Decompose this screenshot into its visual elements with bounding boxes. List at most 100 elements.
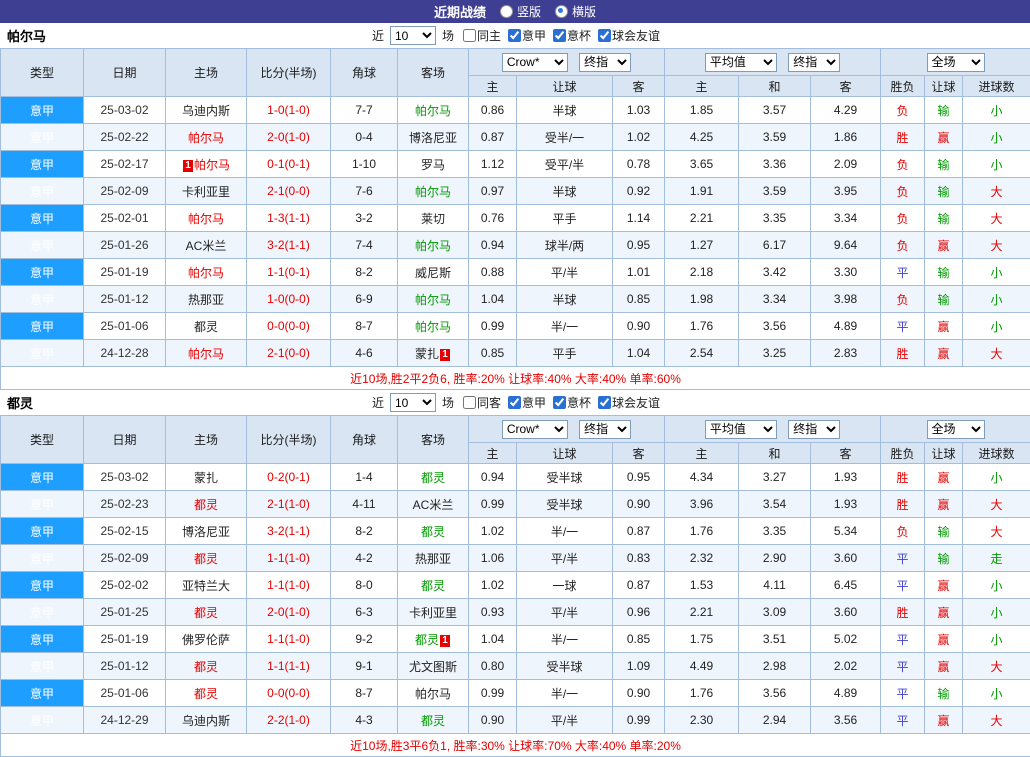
handicap-cell: 受半球 — [517, 464, 613, 491]
team-label: 都灵 — [194, 320, 218, 334]
asian-home-odds-cell: 1.02 — [469, 518, 517, 545]
same-venue-option[interactable]: 同客 — [458, 394, 501, 411]
view-option-horizontal[interactable]: 横版 — [555, 3, 596, 20]
goals-result-cell: 小 — [963, 313, 1030, 340]
league-option-friendly[interactable]: 球会友谊 — [593, 394, 660, 411]
win-loss-cell: 胜 — [881, 491, 925, 518]
league-option-coppa[interactable]: 意杯 — [548, 27, 591, 44]
coppa-checkbox[interactable] — [553, 396, 566, 409]
same-venue-checkbox[interactable] — [463, 29, 476, 42]
asian-away-odds-cell: 0.96 — [613, 599, 665, 626]
matches-label: 场 — [442, 394, 454, 411]
handicap-cell: 受半球 — [517, 491, 613, 518]
league-type-cell: 意甲 — [1, 599, 84, 626]
asian-away-odds-cell: 0.92 — [613, 178, 665, 205]
euro-average-select[interactable]: 平均值 — [705, 420, 777, 439]
team-label: 帕尔马 — [415, 185, 451, 199]
asian-bookmaker-select[interactable]: Crow* — [502, 420, 568, 439]
scope-select[interactable]: 全场 — [927, 420, 985, 439]
league-option-friendly[interactable]: 球会友谊 — [593, 27, 660, 44]
handicap-result-cell: 输 — [925, 680, 963, 707]
euro-home-odds-cell: 2.30 — [665, 707, 739, 734]
win-loss-cell: 负 — [881, 518, 925, 545]
date-cell: 24-12-28 — [84, 340, 166, 367]
view-option-vertical[interactable]: 竖版 — [500, 3, 541, 20]
team-label: 热那亚 — [415, 552, 451, 566]
serie-a-checkbox[interactable] — [508, 396, 521, 409]
away-team-cell: 帕尔马 — [398, 680, 469, 707]
league-option-coppa[interactable]: 意杯 — [548, 394, 591, 411]
league-option-serie-a[interactable]: 意甲 — [503, 394, 546, 411]
win-loss-cell: 平 — [881, 259, 925, 286]
euro-away-odds-cell: 3.98 — [811, 286, 881, 313]
team-label: 卡利亚里 — [182, 185, 230, 199]
same-venue-checkbox[interactable] — [463, 396, 476, 409]
friendly-checkbox[interactable] — [598, 29, 611, 42]
handicap-cell: 平手 — [517, 205, 613, 232]
away-team-cell: 都灵1 — [398, 626, 469, 653]
away-team-cell: AC米兰 — [398, 491, 469, 518]
euro-average-select[interactable]: 平均值 — [705, 53, 777, 72]
away-team-cell: 博洛尼亚 — [398, 124, 469, 151]
match-count-select[interactable]: 10 — [390, 393, 436, 412]
scope-select[interactable]: 全场 — [927, 53, 985, 72]
asian-home-odds-cell: 1.12 — [469, 151, 517, 178]
col-header-corner: 角球 — [331, 416, 398, 464]
asian-index-select[interactable]: 终指 — [579, 420, 631, 439]
goals-result-cell: 大 — [963, 340, 1030, 367]
league-type-cell: 意甲 — [1, 259, 84, 286]
summary-text: 近10场,胜2平2负6, 胜率:20% 让球率:40% 大率:40% 单率:60… — [1, 367, 1030, 390]
euro-away-odds-cell: 2.02 — [811, 653, 881, 680]
handicap-cell: 平/半 — [517, 545, 613, 572]
score-cell: 0-0(0-0) — [247, 313, 331, 340]
euro-away-odds-cell: 9.64 — [811, 232, 881, 259]
euro-home-odds-cell: 3.65 — [665, 151, 739, 178]
league-type-cell: 意甲 — [1, 653, 84, 680]
league-type-cell: 意甲 — [1, 205, 84, 232]
score-cell: 3-2(1-1) — [247, 232, 331, 259]
euro-away-odds-cell: 4.89 — [811, 313, 881, 340]
handicap-result-cell: 输 — [925, 97, 963, 124]
asian-index-select[interactable]: 终指 — [579, 53, 631, 72]
league-type-cell: 意甲 — [1, 464, 84, 491]
handicap-result-cell: 输 — [925, 518, 963, 545]
same-venue-option[interactable]: 同主 — [458, 27, 501, 44]
coppa-checkbox[interactable] — [553, 29, 566, 42]
euro-draw-odds-cell: 2.94 — [739, 707, 811, 734]
col-header-away: 客场 — [398, 49, 469, 97]
asian-bookmaker-select[interactable]: Crow* — [502, 53, 568, 72]
match-row: 意甲24-12-28帕尔马2-1(0-0)4-6蒙扎10.85平手1.042.5… — [1, 340, 1030, 367]
euro-draw-odds-cell: 3.57 — [739, 97, 811, 124]
near-label: 近 — [372, 27, 384, 44]
radio-vertical-icon[interactable] — [500, 5, 513, 18]
euro-away-odds-cell: 3.56 — [811, 707, 881, 734]
asian-away-odds-cell: 0.78 — [613, 151, 665, 178]
match-row: 意甲25-01-12热那亚1-0(0-0)6-9帕尔马1.04半球0.851.9… — [1, 286, 1030, 313]
subcol-asian-away: 客 — [613, 76, 665, 97]
friendly-checkbox[interactable] — [598, 396, 611, 409]
euro-index-select[interactable]: 终指 — [788, 53, 840, 72]
league-option-serie-a[interactable]: 意甲 — [503, 27, 546, 44]
euro-home-odds-cell: 1.27 — [665, 232, 739, 259]
serie-a-checkbox[interactable] — [508, 29, 521, 42]
league-type-cell: 意甲 — [1, 97, 84, 124]
date-cell: 24-12-29 — [84, 707, 166, 734]
euro-odds-header: 平均值 终指 — [665, 416, 881, 443]
match-count-select[interactable]: 10 — [390, 26, 436, 45]
team-label: 帕尔马 — [188, 131, 224, 145]
team-label: 都灵 — [421, 579, 445, 593]
asian-home-odds-cell: 0.97 — [469, 178, 517, 205]
home-team-cell: 帕尔马 — [166, 259, 247, 286]
goals-result-cell: 小 — [963, 259, 1030, 286]
euro-away-odds-cell: 3.95 — [811, 178, 881, 205]
away-team-cell: 都灵 — [398, 464, 469, 491]
score-cell: 3-2(1-1) — [247, 518, 331, 545]
team-label: 帕尔马 — [188, 347, 224, 361]
date-cell: 25-01-12 — [84, 653, 166, 680]
goals-result-cell: 小 — [963, 680, 1030, 707]
team-label: 帕尔马 — [188, 266, 224, 280]
away-team-cell: 帕尔马 — [398, 97, 469, 124]
team-label: 卡利亚里 — [409, 606, 457, 620]
radio-horizontal-icon[interactable] — [555, 5, 568, 18]
euro-index-select[interactable]: 终指 — [788, 420, 840, 439]
